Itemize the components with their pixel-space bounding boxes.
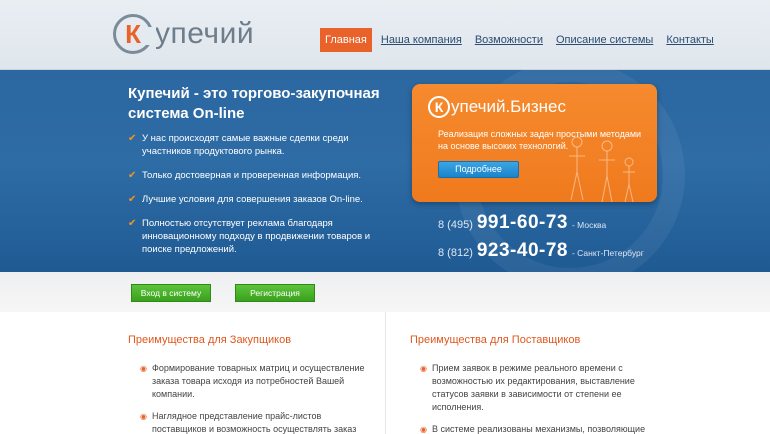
nav-item-features[interactable]: Возможности [475,34,543,46]
check-icon: ✔ [128,218,137,229]
suppliers-list: ◉ Прием заявок в режиме реального времен… [420,362,650,434]
feature-item: ✔ Лучшие условия для совершения заказов … [128,193,388,206]
promo-logo: К упечий.Бизнес [428,96,566,118]
phone-number: 991-60-73 [476,212,568,233]
promo-title: упечий.Бизнес [451,97,566,116]
nav-item-contacts[interactable]: Контакты [666,34,714,46]
list-item-text: В системе реализованы механизмы, позволя… [432,424,646,434]
phone-code: 8 (812) [438,247,473,259]
logo-text: упечий [155,17,255,50]
feature-item: ✔ Только достоверная и проверенная инфор… [128,169,388,182]
list-item: ◉ Наглядное представление прайс-листов п… [140,410,370,434]
nav-item-description[interactable]: Описание системы [556,34,653,46]
feature-text: У нас происходят самые важные сделки сре… [142,133,349,157]
bullet-icon: ◉ [140,364,147,373]
main-nav: Главная Наша компания Возможности Описан… [320,28,727,52]
phone-city: - Санкт-Петербург [571,248,644,258]
logo-mark: К [113,14,156,54]
site-logo[interactable]: К упечий [113,12,254,56]
list-item-text: Наглядное представление прайс-листов пос… [152,411,357,434]
phone-moscow: 8 (495) 991-60-73 - Москва [438,212,644,234]
check-icon: ✔ [128,133,137,144]
list-item: ◉ Формирование товарных матриц и осущест… [140,362,370,401]
feature-text: Полностью отсутствует реклама благодаря … [142,218,371,255]
bullet-icon: ◉ [140,412,147,421]
nav-item-home[interactable]: Главная [320,28,372,52]
phone-city: - Москва [571,220,607,230]
phone-spb: 8 (812) 923-40-78 - Санкт-Петербург [438,240,644,262]
promo-logo-mark: К [428,96,450,118]
buyers-title: Преимущества для Закупщиков [128,334,292,346]
feature-list: ✔ У нас происходят самые важные сделки с… [128,132,388,267]
promo-text: Реализация сложных задач простыми метода… [438,129,642,151]
list-item-text: Формирование товарных матриц и осуществл… [152,363,365,399]
feature-item: ✔ У нас происходят самые важные сделки с… [128,132,388,158]
login-button[interactable]: Вход в систему [131,284,211,302]
suppliers-title: Преимущества для Поставщиков [410,334,581,346]
more-button[interactable]: Подробнее [438,161,519,178]
buyers-list: ◉ Формирование товарных матриц и осущест… [140,362,370,434]
phone-code: 8 (495) [438,219,473,231]
promo-banner: К упечий.Бизнес Реализация сложных задач… [412,84,657,202]
bullet-icon: ◉ [420,425,427,434]
header: К упечий Главная Наша компания Возможнос… [0,0,770,272]
nav-item-company[interactable]: Наша компания [381,34,462,46]
check-icon: ✔ [128,170,137,181]
check-icon: ✔ [128,194,137,205]
feature-item: ✔ Полностью отсутствует реклама благодар… [128,217,388,256]
feature-text: Только достоверная и проверенная информа… [142,170,362,181]
bullet-icon: ◉ [420,364,427,373]
list-item: ◉ Прием заявок в режиме реального времен… [420,362,650,414]
phone-list: 8 (495) 991-60-73 - Москва 8 (812) 923-4… [438,212,644,268]
feature-text: Лучшие условия для совершения заказов On… [142,194,363,205]
list-item-text: Прием заявок в режиме реального времени … [432,363,635,412]
hero-title: Купечий - это торгово-закупочная система… [128,85,380,122]
buyers-advantages: Преимущества для Закупщиков ◉ Формирован… [0,312,385,434]
register-button[interactable]: Регистрация [235,284,315,302]
list-item: ◉ В системе реализованы механизмы, позво… [420,423,650,434]
action-band: Вход в систему Регистрация [0,272,770,312]
suppliers-advantages: Преимущества для Поставщиков ◉ Прием зая… [385,312,770,434]
phone-number: 923-40-78 [476,240,568,261]
